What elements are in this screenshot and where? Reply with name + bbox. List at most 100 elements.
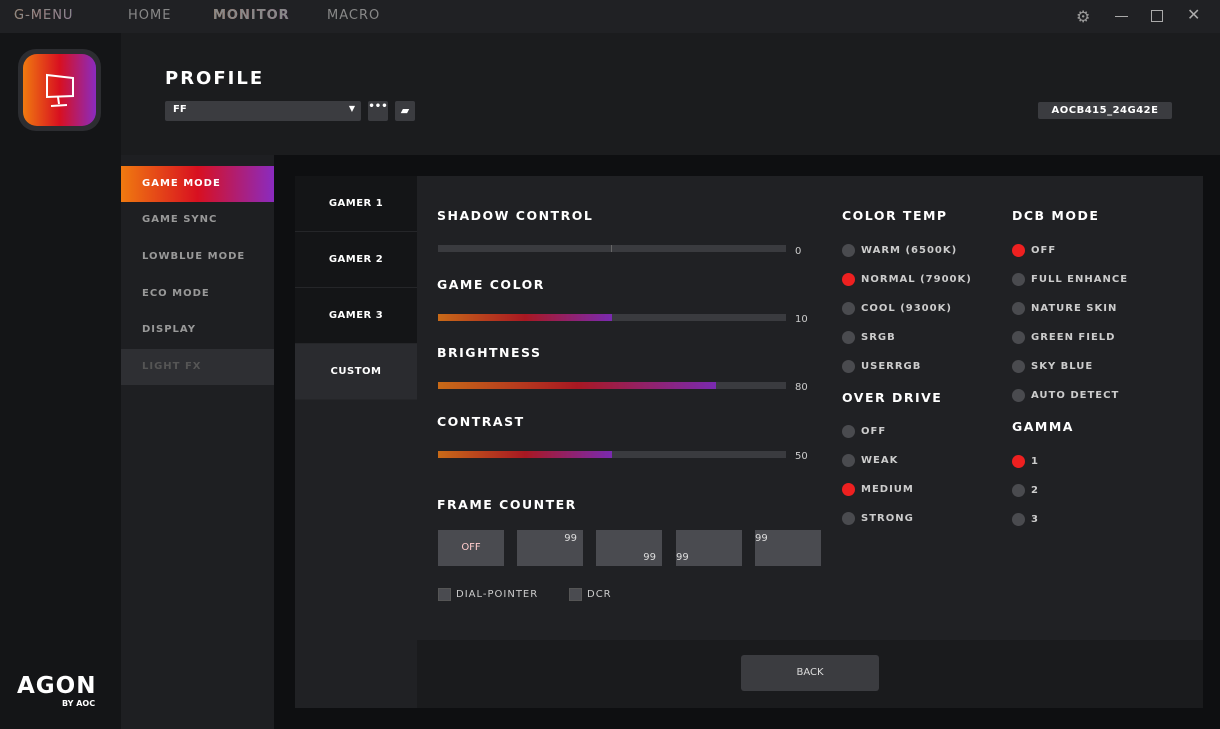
game-color-slider[interactable]	[438, 314, 786, 321]
dcb-mode-option[interactable]: SKY BLUE	[1012, 360, 1093, 373]
frame-counter-off[interactable]: OFF	[438, 530, 504, 566]
copy-icon[interactable]: ▰	[395, 101, 415, 121]
brightness-slider[interactable]	[438, 382, 786, 389]
radio-icon	[1012, 513, 1025, 526]
over-drive-option[interactable]: OFF	[842, 425, 886, 438]
profile-select[interactable]: FF ▼	[165, 101, 361, 121]
brightness-label: BRIGHTNESS	[437, 345, 542, 360]
radio-label: USERRGB	[861, 361, 922, 372]
over-drive-option[interactable]: STRONG	[842, 512, 914, 525]
contrast-label: CONTRAST	[437, 414, 525, 429]
more-icon[interactable]: •••	[368, 101, 388, 121]
frame-counter-bottom-right[interactable]: 99	[596, 530, 662, 566]
profile-title: PROFILE	[165, 68, 265, 89]
over-drive-option[interactable]: WEAK	[842, 454, 898, 467]
color-temp-option[interactable]: WARM (6500K)	[842, 244, 957, 257]
color-temp-label: COLOR TEMP	[842, 208, 948, 223]
radio-icon	[1012, 244, 1025, 257]
game-color-value: 10	[795, 314, 808, 325]
menu-item-display[interactable]: DISPLAY	[121, 312, 274, 348]
tab-gamer-3[interactable]: GAMER 3	[295, 288, 417, 344]
menu-item-game-mode[interactable]: GAME MODE	[121, 166, 274, 202]
menu-item-eco[interactable]: ECO MODE	[121, 276, 274, 312]
gamma-option[interactable]: 2	[1012, 484, 1039, 497]
tab-gamer-2[interactable]: GAMER 2	[295, 232, 417, 288]
color-temp-option[interactable]: USERRGB	[842, 360, 921, 373]
gamma-option[interactable]: 1	[1012, 455, 1039, 468]
tab-gamer-1[interactable]: GAMER 1	[295, 176, 417, 232]
nav-macro[interactable]: MACRO	[327, 8, 380, 23]
radio-label: 3	[1031, 514, 1039, 525]
shadow-control-value: 0	[795, 246, 802, 257]
gear-icon[interactable]: ⚙	[1076, 7, 1090, 26]
radio-icon	[842, 454, 855, 467]
radio-label: 2	[1031, 485, 1039, 496]
radio-icon	[1012, 360, 1025, 373]
contrast-slider[interactable]	[438, 451, 786, 458]
dcb-mode-label: DCB MODE	[1012, 208, 1100, 223]
radio-icon	[1012, 273, 1025, 286]
radio-label: WARM (6500K)	[861, 245, 958, 256]
maximize-icon[interactable]	[1151, 10, 1163, 22]
mode-menu: GAME MODE GAME SYNC LOWBLUE MODE ECO MOD…	[121, 155, 274, 729]
radio-label: FULL ENHANCE	[1031, 274, 1129, 285]
shadow-control-label: SHADOW CONTROL	[437, 208, 594, 223]
chevron-down-icon: ▼	[348, 104, 355, 113]
nav-monitor[interactable]: MONITOR	[213, 8, 290, 23]
over-drive-label: OVER DRIVE	[842, 390, 943, 405]
dcb-mode-option[interactable]: FULL ENHANCE	[1012, 273, 1128, 286]
agon-logo: AGON	[17, 673, 97, 699]
menu-item-game-sync[interactable]: GAME SYNC	[121, 202, 274, 238]
title-bar: G-MENU HOME MONITOR MACRO ⚙ ✕	[0, 0, 1220, 33]
radio-label: AUTO DETECT	[1031, 390, 1120, 401]
dcr-checkbox[interactable]: DCR	[569, 588, 612, 601]
aoc-logo: BY AOC	[62, 699, 96, 708]
dcb-mode-option[interactable]: NATURE SKIN	[1012, 302, 1117, 315]
radio-label: SRGB	[861, 332, 896, 343]
frame-counter-bottom-left[interactable]: 99	[676, 530, 742, 566]
radio-icon	[842, 273, 855, 286]
dcb-mode-option[interactable]: AUTO DETECT	[1012, 389, 1119, 402]
menu-item-light-fx[interactable]: LIGHT FX	[121, 349, 274, 385]
nav-home[interactable]: HOME	[128, 8, 171, 23]
dcb-mode-option[interactable]: GREEN FIELD	[1012, 331, 1115, 344]
footer-bar: BACK	[417, 640, 1203, 708]
brightness-value: 80	[795, 382, 808, 393]
radio-label: 1	[1031, 456, 1039, 467]
gamma-option[interactable]: 3	[1012, 513, 1039, 526]
radio-label: OFF	[1031, 245, 1057, 256]
radio-label: SKY BLUE	[1031, 361, 1094, 372]
fc-value: 99	[755, 533, 768, 544]
checkbox-label: DCR	[587, 589, 612, 600]
brand-label: G-MENU	[14, 8, 74, 23]
radio-label: GREEN FIELD	[1031, 332, 1116, 343]
radio-icon	[842, 331, 855, 344]
color-temp-option[interactable]: SRGB	[842, 331, 896, 344]
radio-label: COOL (9300K)	[861, 303, 952, 314]
radio-label: WEAK	[861, 455, 899, 466]
sidebar: AGON BY AOC	[0, 33, 121, 729]
device-badge: AOCB415_24G42E	[1038, 102, 1172, 119]
over-drive-option[interactable]: MEDIUM	[842, 483, 914, 496]
frame-counter-top-left[interactable]: 99	[755, 530, 821, 566]
color-temp-option[interactable]: COOL (9300K)	[842, 302, 952, 315]
radio-icon	[1012, 302, 1025, 315]
minimize-icon[interactable]	[1115, 16, 1128, 17]
radio-label: NATURE SKIN	[1031, 303, 1118, 314]
fc-value: 99	[643, 552, 656, 563]
menu-item-lowblue[interactable]: LOWBLUE MODE	[121, 239, 274, 275]
close-icon[interactable]: ✕	[1187, 5, 1200, 24]
color-temp-option[interactable]: NORMAL (7900K)	[842, 273, 972, 286]
gamma-label: GAMMA	[1012, 419, 1074, 434]
back-button[interactable]: BACK	[741, 655, 879, 691]
dial-pointer-checkbox[interactable]: DIAL-POINTER	[438, 588, 538, 601]
app-icon	[18, 49, 101, 131]
radio-icon	[1012, 331, 1025, 344]
radio-icon	[1012, 389, 1025, 402]
tab-custom[interactable]: CUSTOM	[295, 344, 417, 400]
radio-icon	[842, 302, 855, 315]
frame-counter-top-right[interactable]: 99	[517, 530, 583, 566]
shadow-control-slider[interactable]	[438, 245, 786, 252]
dcb-mode-option[interactable]: OFF	[1012, 244, 1056, 257]
radio-label: OFF	[861, 426, 887, 437]
